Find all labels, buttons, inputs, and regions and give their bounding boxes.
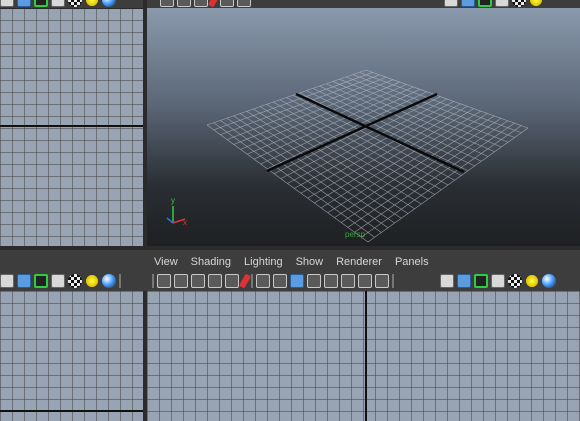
film-gate-icon[interactable] (273, 274, 287, 288)
checker-icon[interactable] (508, 274, 522, 288)
menu-renderer[interactable]: Renderer (336, 256, 382, 268)
cube-wire-icon[interactable] (495, 0, 509, 7)
panel-menu: View Shading Lighting Show Renderer Pane… (154, 253, 442, 271)
cube-blue-icon[interactable] (457, 274, 471, 288)
menu-view[interactable]: View (154, 256, 178, 268)
grid-axis-z (266, 92, 438, 173)
image-plane-icon[interactable] (191, 274, 205, 288)
text-icon[interactable] (375, 274, 389, 288)
select-highlight-icon[interactable] (34, 274, 48, 288)
toolbar-group-middle (152, 272, 394, 290)
viewport-bottom-left[interactable] (0, 291, 143, 421)
grid-axis-horizontal (0, 125, 143, 127)
menu-lighting[interactable]: Lighting (244, 256, 283, 268)
cube-icon[interactable] (440, 274, 454, 288)
select-highlight-icon[interactable] (478, 0, 492, 7)
grid-icon[interactable] (220, 0, 234, 7)
toolbar-group-left (0, 272, 121, 290)
select-highlight-icon[interactable] (34, 0, 48, 7)
2d-pan-icon[interactable] (208, 274, 222, 288)
sun-light-icon[interactable] (525, 274, 539, 288)
grid-name-label: persp (345, 230, 366, 239)
texture-icon[interactable] (358, 274, 372, 288)
xray-icon[interactable] (341, 274, 355, 288)
grid-axis-horizontal (0, 410, 143, 412)
sphere-icon[interactable] (102, 274, 116, 288)
safe-action-icon[interactable] (307, 274, 321, 288)
panel-icon[interactable] (237, 0, 251, 7)
window-icon[interactable] (194, 0, 208, 7)
select-highlight-icon[interactable] (474, 274, 488, 288)
tool-icon[interactable] (177, 0, 191, 7)
grid-toggle-icon[interactable] (256, 274, 270, 288)
menu-panels[interactable]: Panels (395, 256, 429, 268)
sun-light-icon[interactable] (85, 0, 99, 7)
checker-icon[interactable] (68, 0, 82, 7)
camera-bookmark-icon[interactable] (174, 274, 188, 288)
cube-icon[interactable] (444, 0, 458, 7)
sun-light-icon[interactable] (529, 0, 543, 7)
cube-wire-icon[interactable] (51, 274, 65, 288)
perspective-grid (166, 69, 529, 243)
menu-shading[interactable]: Shading (191, 256, 231, 268)
cube-blue-icon[interactable] (461, 0, 475, 7)
viewport-perspective[interactable]: y x persp (147, 8, 580, 246)
toolbar-divider (251, 274, 253, 288)
cube-wire-icon[interactable] (51, 0, 65, 7)
checker-icon[interactable] (512, 0, 526, 7)
sun-light-icon[interactable] (85, 274, 99, 288)
axis-label-x: x (183, 218, 187, 227)
menu-show[interactable]: Show (296, 256, 324, 268)
sphere-icon[interactable] (542, 274, 556, 288)
cube-wire-icon[interactable] (491, 274, 505, 288)
paint-icon[interactable] (238, 273, 252, 289)
axis-label-y: y (171, 196, 175, 205)
grease-pencil-icon[interactable] (225, 274, 239, 288)
cube-blue-icon[interactable] (17, 0, 31, 7)
toolbar-divider (119, 274, 121, 288)
cube-icon[interactable] (0, 0, 14, 7)
grid-axis-x (295, 92, 465, 174)
grid-axis-vertical (365, 291, 367, 421)
cube-icon[interactable] (0, 274, 14, 288)
toolbar-group-right (440, 272, 556, 290)
checker-icon[interactable] (68, 274, 82, 288)
toolbar-divider (392, 274, 394, 288)
camera-icon[interactable] (160, 0, 174, 7)
camera-attr-icon[interactable] (157, 274, 171, 288)
render-icon[interactable] (207, 0, 221, 8)
resolution-gate-icon[interactable] (290, 274, 304, 288)
cube-blue-icon[interactable] (17, 274, 31, 288)
toolbar-divider (152, 274, 154, 288)
viewport-bottom-right[interactable] (147, 291, 580, 421)
sphere-icon[interactable] (102, 0, 116, 7)
viewport-top-left[interactable] (0, 8, 143, 246)
isolate-icon[interactable] (324, 274, 338, 288)
